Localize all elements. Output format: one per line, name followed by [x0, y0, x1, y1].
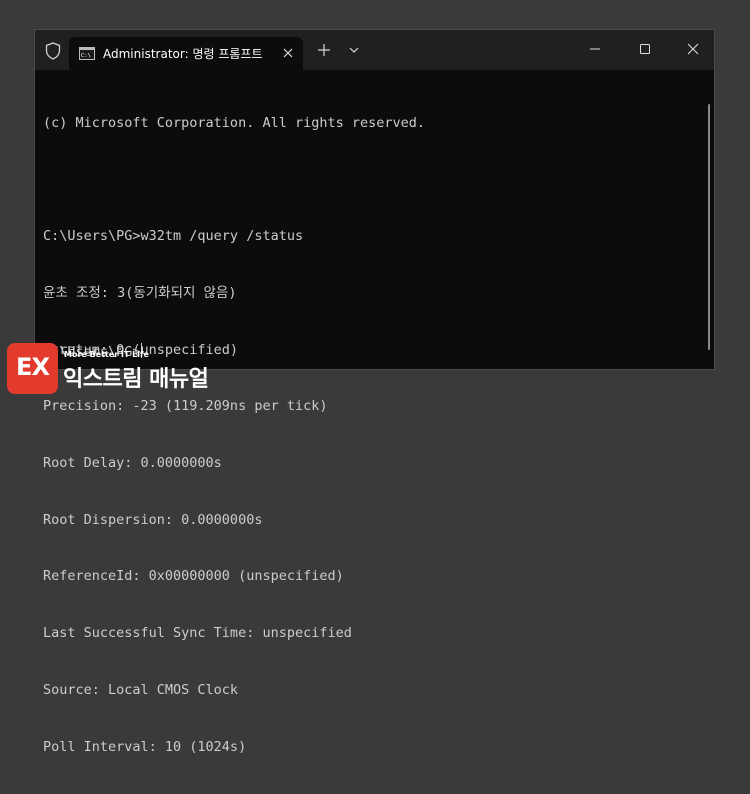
watermark-name: 익스트림 매뉴얼	[63, 367, 209, 392]
cmd-icon: C:\	[79, 47, 95, 60]
svg-text:C:\: C:\	[81, 53, 91, 59]
console-line: Last Successful Sync Time: unspecified	[43, 625, 352, 642]
maximize-icon	[640, 44, 650, 54]
console-line: 윤초 조정: 3(동기화되지 않음)	[43, 284, 237, 301]
console-line: Source: Local CMOS Clock	[43, 681, 239, 698]
console-line: Root Delay: 0.0000000s	[43, 455, 222, 472]
console-line: Root Dispersion: 0.0000000s	[43, 511, 263, 528]
minimize-button[interactable]	[583, 38, 607, 60]
watermark-tagline: More Better IT Life	[64, 350, 149, 359]
title-bar[interactable]: C:\ Administrator: 명령 프롬프트	[35, 30, 714, 70]
minimize-icon	[590, 48, 600, 50]
maximize-button[interactable]	[633, 38, 657, 60]
scrollbar[interactable]	[708, 104, 710, 350]
logo-badge: EX	[7, 343, 58, 394]
chevron-down-icon[interactable]	[349, 46, 359, 54]
site-watermark: EX More Better IT Life 익스트림 매뉴얼	[7, 343, 217, 395]
close-icon	[687, 43, 699, 55]
close-window-button[interactable]	[681, 38, 705, 60]
console-output[interactable]: (c) Microsoft Corporation. All rights re…	[43, 76, 698, 794]
console-line: (c) Microsoft Corporation. All rights re…	[43, 114, 426, 131]
tab-title: Administrator: 명령 프롬프트	[103, 47, 263, 61]
plus-icon[interactable]	[317, 43, 331, 57]
tab-command-prompt[interactable]: C:\ Administrator: 명령 프롬프트	[69, 37, 303, 70]
console-line: Poll Interval: 10 (1024s)	[43, 738, 247, 755]
console-line: ReferenceId: 0x00000000 (unspecified)	[43, 568, 344, 585]
shield-icon	[45, 42, 61, 60]
console-line: Precision: -23 (119.209ns per tick)	[43, 398, 328, 415]
close-icon[interactable]	[281, 46, 295, 60]
terminal-window: C:\ Administrator: 명령 프롬프트 (c) Microsoft…	[34, 29, 715, 755]
console-line: C:\Users\PG>w32tm /query /status	[43, 228, 304, 245]
logo-text: EX	[16, 353, 50, 381]
